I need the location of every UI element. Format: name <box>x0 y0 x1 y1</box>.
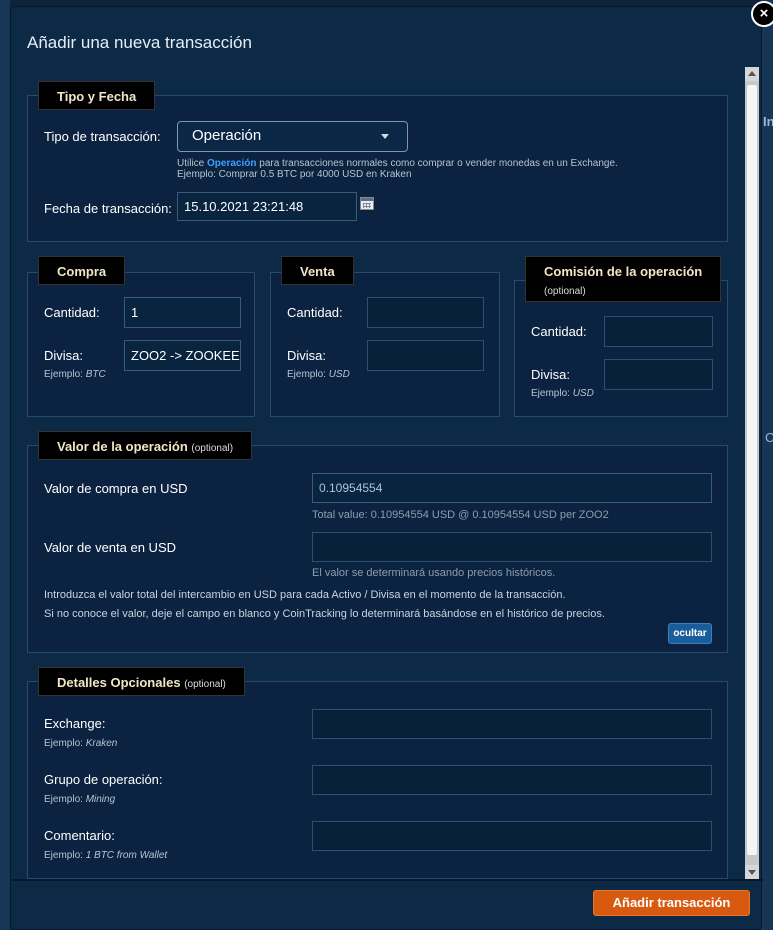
transaction-type-select[interactable]: Operación <box>177 121 408 152</box>
sell-currency-label: Divisa: <box>287 348 327 363</box>
add-transaction-button[interactable]: Añadir transacción <box>593 890 750 916</box>
fee-quantity-input[interactable] <box>604 316 713 347</box>
background-page-left <box>0 0 10 930</box>
type-date-legend: Tipo y Fecha <box>38 81 156 110</box>
exchange-label: Exchange: <box>44 716 106 731</box>
sell-value-note: El valor se determinará usando precios h… <box>312 567 556 579</box>
scrollbar[interactable] <box>745 67 759 879</box>
scroll-up-arrow-icon[interactable] <box>745 67 759 81</box>
fee-currency-label: Divisa: <box>531 367 571 382</box>
buy-quantity-label: Cantidad: <box>44 305 100 320</box>
fee-legend: Comisión de la operación (optional) <box>525 256 722 302</box>
comment-input[interactable] <box>312 821 712 851</box>
background-text: In <box>763 114 773 129</box>
sell-value-input[interactable] <box>312 532 712 562</box>
trade-value-info-line-1: Introduzca el valor total del intercambi… <box>44 589 566 601</box>
chevron-down-icon <box>381 134 389 139</box>
optional-details-section: Detalles Opcionales (optional) Exchange:… <box>27 667 728 879</box>
buy-currency-label: Divisa: <box>44 348 84 363</box>
modal-title: Añadir una nueva transacción <box>27 33 252 52</box>
scroll-down-arrow-icon[interactable] <box>745 865 759 879</box>
transaction-type-help: Utilice Operación para transacciones nor… <box>177 158 618 169</box>
buy-quantity-input[interactable]: 1 <box>124 297 241 328</box>
fee-example: Ejemplo: USD <box>531 388 594 399</box>
exchange-example: Ejemplo: Kraken <box>44 738 118 749</box>
sell-legend: Venta <box>281 256 354 285</box>
sell-quantity-label: Cantidad: <box>287 305 343 320</box>
sell-section: Venta Cantidad: Divisa: Ejemplo: USD <box>270 256 500 417</box>
sell-example: Ejemplo: USD <box>287 369 350 380</box>
optional-details-legend: Detalles Opcionales (optional) <box>38 667 245 696</box>
type-date-section: Tipo y Fecha Tipo de transacción: Operac… <box>27 81 728 242</box>
modal-scroll-area[interactable]: Tipo y Fecha Tipo de transacción: Operac… <box>11 67 763 879</box>
background-text: C <box>765 430 773 445</box>
close-icon[interactable]: × <box>751 1 773 27</box>
trade-value-legend: Valor de la operación (optional) <box>38 431 253 460</box>
fee-currency-input[interactable] <box>604 359 713 390</box>
calendar-icon[interactable] <box>360 197 374 210</box>
trade-group-input[interactable] <box>312 765 712 795</box>
trade-group-example: Ejemplo: Mining <box>44 794 116 805</box>
transaction-type-value: Operación <box>192 127 262 144</box>
transaction-date-input[interactable]: 15.10.2021 23:21:48 <box>177 192 357 221</box>
buy-legend: Compra <box>38 256 126 285</box>
buy-value-note: Total value: 0.10954554 USD @ 0.10954554… <box>312 509 609 521</box>
fee-section: Comisión de la operación (optional) Cant… <box>514 256 728 417</box>
scrollbar-thumb[interactable] <box>747 85 757 855</box>
trade-value-section: Valor de la operación (optional) Valor d… <box>27 431 728 653</box>
buy-currency-input[interactable]: ZOO2 -> ZOOKEEPER <box>124 340 241 371</box>
operation-link[interactable]: Operación <box>207 158 256 169</box>
sell-currency-input[interactable] <box>367 340 484 371</box>
buy-value-label: Valor de compra en USD <box>44 481 188 496</box>
buy-value-input[interactable]: 0.10954554 <box>312 473 712 503</box>
exchange-input[interactable] <box>312 709 712 739</box>
comment-label: Comentario: <box>44 828 115 843</box>
sell-value-label: Valor de venta en USD <box>44 540 176 555</box>
footer-divider <box>11 879 763 881</box>
sell-quantity-input[interactable] <box>367 297 484 328</box>
add-transaction-modal: Añadir una nueva transacción × Tipo y Fe… <box>10 1 773 930</box>
comment-example: Ejemplo: 1 BTC from Wallet <box>44 850 168 861</box>
transaction-type-example: Ejemplo: Comprar 0.5 BTC por 4000 USD en… <box>177 169 412 180</box>
transaction-type-label: Tipo de transacción: <box>44 129 161 144</box>
trade-group-label: Grupo de operación: <box>44 772 163 787</box>
fee-quantity-label: Cantidad: <box>531 324 587 339</box>
buy-example: Ejemplo: BTC <box>44 369 106 380</box>
transaction-date-label: Fecha de transacción: <box>44 201 172 216</box>
buy-section: Compra Cantidad: 1 Divisa: ZOO2 -> ZOOKE… <box>27 256 255 417</box>
hide-button[interactable]: ocultar <box>668 623 712 644</box>
trade-value-info-line-2: Si no conoce el valor, deje el campo en … <box>44 608 605 620</box>
